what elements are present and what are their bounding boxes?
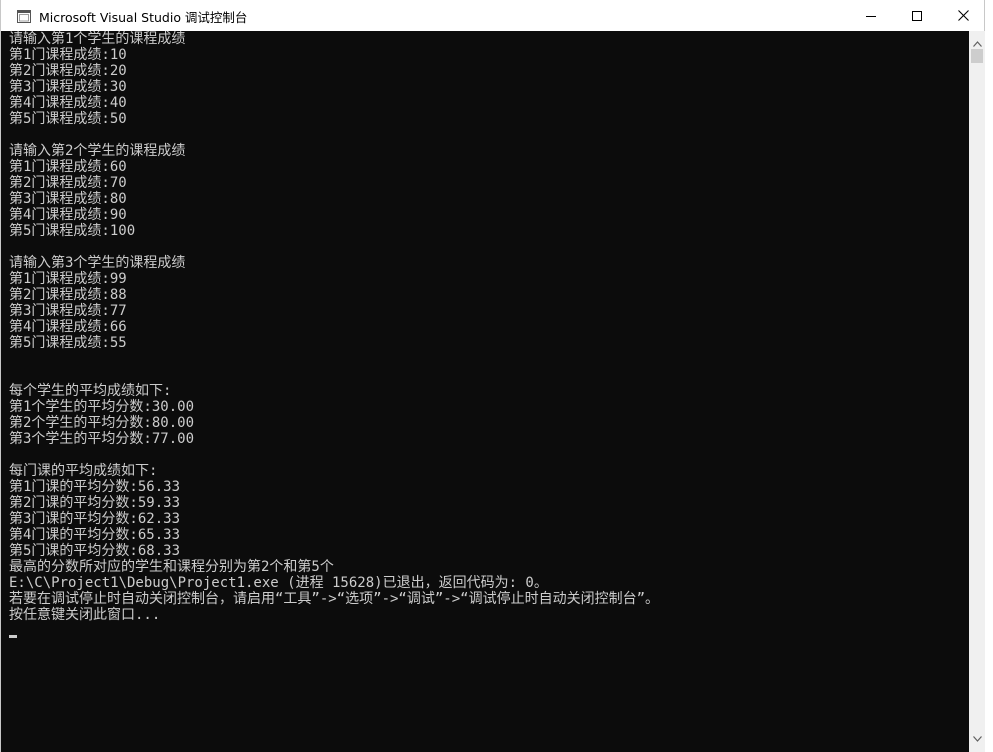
console-line: 第1门课程成绩:60 [9,159,127,175]
console-line: 按任意键关闭此窗口... [9,607,161,623]
console-line: 第5门课程成绩:100 [9,223,136,239]
console-line: 第4门课程成绩:90 [9,207,127,223]
console-line: 第1门课程成绩:10 [9,47,127,63]
console-line: 请输入第2个学生的课程成绩 [9,143,186,159]
console-line: 第4门课的平均分数:65.33 [9,527,181,543]
console-line: 第3个学生的平均分数:77.00 [9,431,195,447]
console-line: 第1个学生的平均分数:30.00 [9,399,195,415]
console-line: 每门课的平均成绩如下: [9,463,158,479]
console-line: 第2门课的平均分数:59.33 [9,495,181,511]
console-output-text: 请输入第1个学生的课程成绩 第1门课程成绩:10 第2门课程成绩:20 第3门课… [9,31,659,623]
window-title: Microsoft Visual Studio 调试控制台 [39,10,248,25]
background-window-edge [985,0,993,752]
console-line: 第5门课程成绩:55 [9,335,127,351]
console-line: 第2门课程成绩:70 [9,175,127,191]
scroll-up-arrow-icon [972,32,982,51]
console-line: 第3门课的平均分数:62.33 [9,511,181,527]
scroll-down-button[interactable] [969,728,985,744]
console-output-area[interactable]: 请输入第1个学生的课程成绩 第1门课程成绩:10 第2门课程成绩:20 第3门课… [1,31,969,752]
console-line: 第3门课程成绩:77 [9,303,127,319]
title-bar[interactable]: Microsoft Visual Studio 调试控制台 [1,0,984,31]
console-line: 第2门课程成绩:88 [9,287,127,303]
console-line: 第4门课程成绩:66 [9,319,127,335]
console-line: 第2个学生的平均分数:80.00 [9,415,195,431]
console-line: E:\C\Project1\Debug\Project1.exe (进程 156… [9,575,548,591]
console-line: 第3门课程成绩:80 [9,191,127,207]
minimize-icon [866,6,876,25]
console-line: 第1门课程成绩:99 [9,271,127,287]
maximize-icon [912,6,922,25]
console-line: 若要在调试停止时自动关闭控制台，请启用“工具”->“选项”->“调试”->“调试… [9,591,659,607]
scroll-up-button[interactable] [969,33,985,49]
console-line: 第3门课程成绩:30 [9,79,127,95]
console-line: 第2门课程成绩:20 [9,63,127,79]
console-line: 请输入第1个学生的课程成绩 [9,31,186,47]
close-button[interactable] [940,0,986,31]
scroll-down-arrow-icon [972,727,982,746]
close-icon [957,6,969,25]
scroll-thumb[interactable] [971,49,983,63]
console-line: 第5门课程成绩:50 [9,111,127,127]
console-line: 每个学生的平均成绩如下: [9,383,172,399]
minimize-button[interactable] [848,0,894,31]
maximize-button[interactable] [894,0,940,31]
console-line: 第5门课的平均分数:68.33 [9,543,181,559]
console-line: 第4门课程成绩:40 [9,95,127,111]
vertical-scrollbar[interactable] [969,31,985,752]
console-app-icon [17,8,31,23]
console-window: Microsoft Visual Studio 调试控制台 请输入第1个学生的课… [0,0,985,752]
console-line: 最高的分数所对应的学生和课程分别为第2个和第5个 [9,559,334,575]
console-line: 第1门课的平均分数:56.33 [9,479,181,495]
console-line: 请输入第3个学生的课程成绩 [9,255,186,271]
text-cursor [9,635,17,638]
